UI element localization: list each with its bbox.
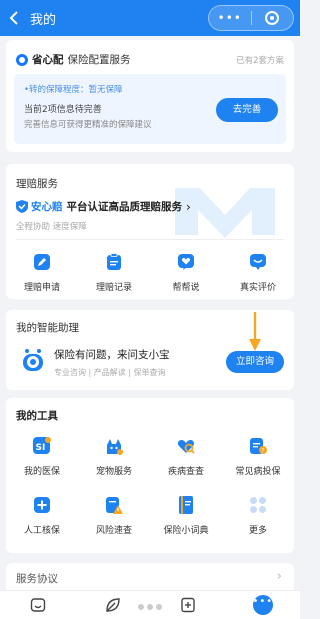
medical-insurance-icon: SI <box>32 436 52 456</box>
pet-icon <box>104 436 124 456</box>
svg-text:SI: SI <box>36 443 46 453</box>
more-menu-button[interactable]: ••• <box>209 11 251 25</box>
page-title: 我的 <box>30 12 57 28</box>
coverage-status-panel: •转的保障程度：暂无保障 当前2项信息待完善 完善信息可获得更精准的保障建议 去… <box>14 74 286 144</box>
agreement-title: 服务协议 <box>16 573 58 585</box>
coverage-level: •转的保障程度：暂无保障 <box>24 85 123 95</box>
tool-common-illness[interactable]: ? 常见病投保 <box>222 436 294 477</box>
heart-chat-icon <box>176 252 196 272</box>
consult-now-button[interactable]: 立即咨询 <box>226 351 284 373</box>
tool-disease-search[interactable]: 疾病查查 <box>150 436 222 477</box>
top-nav-bar: 我的 ••• <box>0 0 300 36</box>
tool-label: 宠物服务 <box>95 467 132 477</box>
real-review-label: 真实评价 <box>239 283 276 293</box>
assistant-section-title: 我的智能助理 <box>16 322 79 334</box>
mini-program-capsule: ••• <box>208 5 294 31</box>
page-indicator <box>138 604 162 610</box>
edit-icon <box>32 252 52 272</box>
tab-mine-active-icon: ••• <box>252 595 273 615</box>
real-review-item[interactable]: 真实评价 <box>222 252 294 293</box>
pending-hint: 完善信息可获得更精准的保障建议 <box>24 120 152 130</box>
tool-insurance-dictionary[interactable]: 保险小词典 <box>150 495 222 536</box>
tool-label: 疾病查查 <box>167 467 204 477</box>
more-grid-icon <box>248 495 268 515</box>
config-brand-name: 省心配 <box>32 54 64 66</box>
disease-search-icon <box>176 436 196 456</box>
config-logo-icon <box>16 53 28 66</box>
chevron-right-icon: › <box>186 199 191 214</box>
claim-records-label: 理赔记录 <box>95 283 132 293</box>
config-brand-row: 省心配 保险配置服务 <box>16 52 131 67</box>
dictionary-icon <box>176 495 196 515</box>
add-document-icon <box>180 597 195 613</box>
tool-medical-insurance[interactable]: SI 我的医保 <box>6 436 78 477</box>
anxinpei-description: 平台认证高品质理赔服务 <box>66 201 183 213</box>
divider <box>16 239 284 240</box>
leaf-icon <box>105 598 120 612</box>
tool-label: 风险速查 <box>95 526 132 536</box>
tool-label: 我的医保 <box>23 467 60 477</box>
tools-section-title: 我的工具 <box>16 410 58 422</box>
common-illness-icon: ? <box>248 436 268 456</box>
tools-row-2: 人工核保 风险速查 保险小词典 更多 <box>6 495 294 536</box>
close-button[interactable] <box>252 11 294 25</box>
chevron-right-icon: › <box>276 569 282 584</box>
complete-info-button[interactable]: 去完善 <box>216 98 278 122</box>
underwriting-icon <box>32 495 52 515</box>
insurance-config-card: 省心配 保险配置服务 已有2套方案 •转的保障程度：暂无保障 当前2项信息待完善… <box>6 40 294 152</box>
tool-label: 保险小词典 <box>163 526 209 536</box>
tool-label: 常见病投保 <box>235 467 281 477</box>
assistant-prompt: 保险有问题，来问支小宝 <box>54 349 170 361</box>
claim-records-item[interactable]: 理赔记录 <box>78 252 150 293</box>
clipboard-icon <box>104 252 124 272</box>
pending-info: 当前2项信息待完善 <box>24 105 102 115</box>
claims-section-title: 理赔服务 <box>16 178 58 190</box>
arrow-down-icon <box>249 312 261 351</box>
anxinpei-subtitle: 全程协助 速度保障 <box>16 222 87 232</box>
anxinpei-link[interactable]: 安心赔 平台认证高品质理赔服务 › <box>16 199 191 214</box>
tool-label: 更多 <box>248 526 267 536</box>
assistant-tags: 专业咨询 | 产品解读 | 保单查询 <box>54 368 166 377</box>
tool-pet-service[interactable]: 宠物服务 <box>78 436 150 477</box>
anxinpei-brand: 安心赔 <box>31 201 63 213</box>
my-tools-card: 我的工具 SI 我的医保 宠物服务 疾病查查 ? 常见病投保 人工核保 风险速查… <box>6 398 294 553</box>
back-button[interactable] <box>0 0 28 36</box>
risk-icon <box>104 495 124 515</box>
tool-more[interactable]: 更多 <box>222 495 294 536</box>
tool-label: 人工核保 <box>23 526 60 536</box>
plans-count[interactable]: 已有2套方案 <box>236 54 284 66</box>
svg-text:?: ? <box>261 447 264 454</box>
robot-mascot-icon <box>23 349 43 371</box>
home-tray-icon <box>30 598 45 612</box>
claim-apply-label: 理赔申请 <box>23 283 60 293</box>
help-talk-label: 帮帮说 <box>172 283 200 293</box>
tool-risk-check[interactable]: 风险速查 <box>78 495 150 536</box>
tab-mine[interactable]: ••• <box>225 595 300 615</box>
claims-service-card: 理赔服务 安心赔 平台认证高品质理赔服务 › 全程协助 速度保障 理赔申请 理赔… <box>6 164 294 299</box>
tool-manual-underwriting[interactable]: 人工核保 <box>6 495 78 536</box>
shield-icon <box>16 200 28 213</box>
comment-icon <box>248 252 268 272</box>
chevron-left-icon <box>9 11 18 25</box>
claim-apply-item[interactable]: 理赔申请 <box>6 252 78 293</box>
close-icon <box>265 11 280 25</box>
tab-home[interactable] <box>0 597 75 613</box>
claims-actions: 理赔申请 理赔记录 帮帮说 真实评价 <box>6 252 294 293</box>
config-brand-subtitle: 保险配置服务 <box>67 54 131 66</box>
help-talk-item[interactable]: 帮帮说 <box>150 252 222 293</box>
tools-row-1: SI 我的医保 宠物服务 疾病查查 ? 常见病投保 <box>6 436 294 477</box>
service-agreement-row[interactable]: 服务协议 › <box>6 563 294 593</box>
